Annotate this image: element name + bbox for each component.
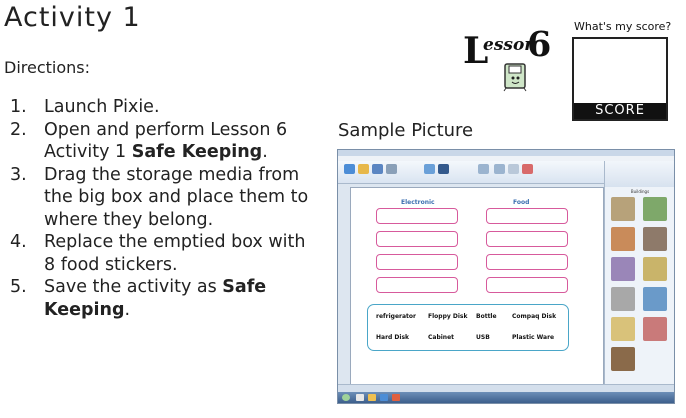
- drop-slot: [376, 254, 458, 270]
- step-text: Replace the emptied box with 8 food stic…: [44, 232, 306, 275]
- sidebar-title: Buildings: [630, 189, 650, 194]
- score-box: SCORE: [572, 37, 668, 121]
- item-word: Cabinet: [428, 334, 455, 341]
- new-icon: [344, 164, 355, 174]
- paste-icon: [508, 164, 519, 174]
- floppy-disk-icon: [503, 63, 527, 92]
- sidebar-header: [605, 161, 674, 187]
- step-item: 2. Open and perform Lesson 6 Activity 1 S…: [10, 119, 310, 164]
- step-number: 4.: [10, 232, 27, 252]
- step-text: .: [262, 142, 268, 162]
- items-box: refrigerator Floppy Disk Bottle Compaq D…: [367, 304, 569, 351]
- directions-label: Directions:: [4, 58, 91, 77]
- building-sticker: [611, 317, 635, 341]
- sticker-sidebar: Buildings: [604, 161, 674, 389]
- text-icon: [438, 164, 449, 174]
- taskbar-app-icon: [392, 394, 400, 401]
- taskbar-app-icon: [356, 394, 364, 401]
- lesson-logo-number: 6: [527, 24, 552, 65]
- step-number: 1.: [10, 97, 27, 117]
- item-word: refrigerator: [376, 313, 416, 320]
- copy-icon: [494, 164, 505, 174]
- item-word: Compaq Disk: [512, 313, 557, 320]
- step-item: 1. Launch Pixie.: [10, 96, 310, 119]
- drop-slot: [376, 231, 458, 247]
- sample-picture-label: Sample Picture: [338, 120, 474, 141]
- step-item: 4. Replace the emptied box with 8 food st…: [10, 231, 310, 276]
- page-icon: [424, 164, 435, 174]
- building-sticker: [643, 257, 667, 281]
- building-sticker: [643, 287, 667, 311]
- score-question: What's my score?: [574, 20, 672, 33]
- step-number: 3.: [10, 164, 27, 185]
- building-sticker: [611, 257, 635, 281]
- drop-slot: [376, 208, 458, 224]
- taskbar-app-icon: [368, 394, 376, 401]
- step-number: 2.: [10, 119, 27, 140]
- save-icon: [372, 164, 383, 174]
- drop-slot: [486, 254, 568, 270]
- drop-slot: [486, 208, 568, 224]
- step-number: 5.: [10, 277, 27, 297]
- undo-icon: [478, 164, 489, 174]
- taskbar-app-icon: [380, 394, 388, 401]
- step-bold-text: Safe Keeping: [131, 142, 263, 162]
- taskbar: [338, 392, 674, 403]
- step-text: .: [124, 299, 131, 320]
- lesson-logo: L esson 6: [463, 24, 563, 96]
- steps-list: 1. Launch Pixie. 2. Open and perform Lesson…: [10, 96, 310, 321]
- score-label: SCORE: [574, 103, 666, 119]
- column-electronic: Electronic: [401, 199, 435, 206]
- activity-title: Activity 1: [4, 2, 141, 33]
- open-icon: [358, 164, 369, 174]
- drop-slot: [486, 277, 568, 293]
- building-sticker: [611, 227, 635, 251]
- step-item: 5. Save the activity as Safe Keeping.: [10, 276, 310, 321]
- column-food: Food: [513, 199, 530, 206]
- sample-screenshot: Electronic Food refrigerator Floppy Disk…: [337, 149, 675, 404]
- drop-slot: [486, 231, 568, 247]
- building-sticker: [611, 287, 635, 311]
- step-text: Drag the storage media from the big box …: [44, 164, 309, 230]
- building-sticker: [611, 197, 635, 221]
- building-sticker: [643, 227, 667, 251]
- print-icon: [386, 164, 397, 174]
- building-sticker: [643, 317, 667, 341]
- drop-slot: [376, 277, 458, 293]
- step-text: Launch Pixie.: [44, 97, 160, 117]
- step-item: 3. Drag the storage media from the big bo…: [10, 164, 310, 232]
- item-word: Plastic Ware: [512, 334, 555, 341]
- item-word: Floppy Disk: [428, 313, 468, 320]
- delete-icon: [522, 164, 533, 174]
- activity-canvas: Electronic Food refrigerator Floppy Disk…: [350, 187, 604, 386]
- start-icon: [342, 394, 350, 401]
- building-sticker: [643, 197, 667, 221]
- building-sticker: [611, 347, 635, 371]
- item-word: Hard Disk: [376, 334, 410, 341]
- step-text: Save the activity as: [44, 277, 223, 297]
- item-word: Bottle: [476, 313, 497, 320]
- item-word: USB: [476, 334, 490, 341]
